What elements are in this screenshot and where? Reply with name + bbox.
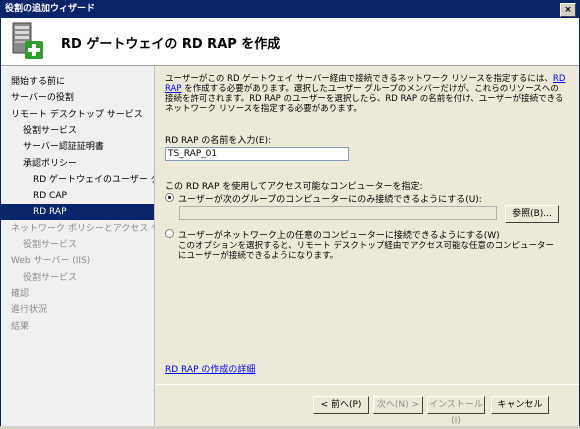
nav-step-item: ネットワーク ポリシーとアクセス サービ... [11, 223, 154, 234]
nav-step-item: RD RAP [1, 204, 154, 221]
radio-any-computer-label[interactable]: ユーザーがネットワーク上の任意のコンピューターに接続できるようにする(W) [178, 228, 500, 241]
nav-step-item: RD CAP [33, 191, 67, 202]
title-bar[interactable]: 役割の追加ウィザード × [1, 1, 579, 18]
nav-step-item: 役割サービス [23, 125, 78, 136]
radio-any-computer-desc: このオプションを選択すると、リモート デスクトップ経由でアクセス可能な任意のコン… [178, 241, 554, 261]
computer-group-field [179, 206, 497, 220]
description-part2: を作成する必要があります。選択したユーザー グループのメンバーだけが、これらのリ… [165, 84, 564, 114]
wizard-steps-pane: 開始する前に サーバーの役割 リモート デスクトップ サービス 役割サービス サーバー認… [1, 66, 155, 426]
install-button[interactable]: インストール(I) [427, 396, 485, 426]
rap-name-label: RD RAP の名前を入力(E): [165, 136, 272, 146]
cancel-button[interactable]: キャンセル [491, 396, 549, 414]
nav-step-item: 役割サービス [23, 272, 78, 283]
nav-step-item: リモート デスクトップ サービス [11, 109, 143, 120]
nav-step-item: 開始する前に [11, 77, 66, 87]
wizard-header: RD ゲートウェイの RD RAP を作成 [1, 18, 579, 66]
nav-step-item: 結果 [11, 321, 30, 332]
browse-button[interactable]: 参照(B)... [505, 205, 559, 223]
nav-step-item: サーバーの役割 [11, 93, 74, 104]
separator [155, 384, 579, 385]
radio-group-computers[interactable] [165, 193, 174, 202]
rap-name-input[interactable]: TS_RAP_01 [165, 147, 349, 161]
close-button[interactable]: × [560, 3, 576, 17]
server-add-icon [12, 22, 43, 59]
nav-step-item: 役割サービス [23, 240, 78, 250]
nav-step-item: Web サーバー (IIS) [11, 256, 91, 267]
nav-step-item: 進行状況 [11, 305, 48, 316]
wizard-window: 役割の追加ウィザード × RD ゲートウェイの RD RAP を作成 開始する前… [0, 0, 580, 426]
radio-any-computer[interactable] [165, 229, 174, 238]
wizard-content-pane: ユーザーがこの RD ゲートウェイ サーバー経由で接続できるネットワーク リソー… [155, 66, 579, 426]
radio-group-computers-label[interactable]: ユーザーが次のグループのコンピューターにのみ接続できるようにする(U): [178, 192, 482, 205]
page-title: RD ゲートウェイの RD RAP を作成 [61, 37, 281, 52]
nav-step-item: 承認ポリシー [23, 158, 78, 169]
nav-step-item: RD ゲートウェイのユーザー グ... [33, 174, 154, 185]
description-part1: ユーザーがこの RD ゲートウェイ サーバー経由で接続できるネットワーク リソー… [165, 74, 553, 84]
nav-step-item: サーバー認証証明書 [23, 142, 104, 153]
back-button[interactable]: < 前へ(P) [313, 396, 369, 414]
rap-details-link[interactable]: RD RAP の作成の詳細 [165, 362, 255, 375]
computers-label: この RD RAP を使用してアクセス可能なコンピューターを指定: [165, 182, 423, 192]
window-title: 役割の追加ウィザード [5, 4, 96, 14]
next-button[interactable]: 次へ(N) > [373, 396, 423, 414]
description-text: ユーザーがこの RD ゲートウェイ サーバー経由で接続できるネットワーク リソー… [165, 74, 567, 114]
nav-step-item: 確認 [11, 288, 30, 299]
